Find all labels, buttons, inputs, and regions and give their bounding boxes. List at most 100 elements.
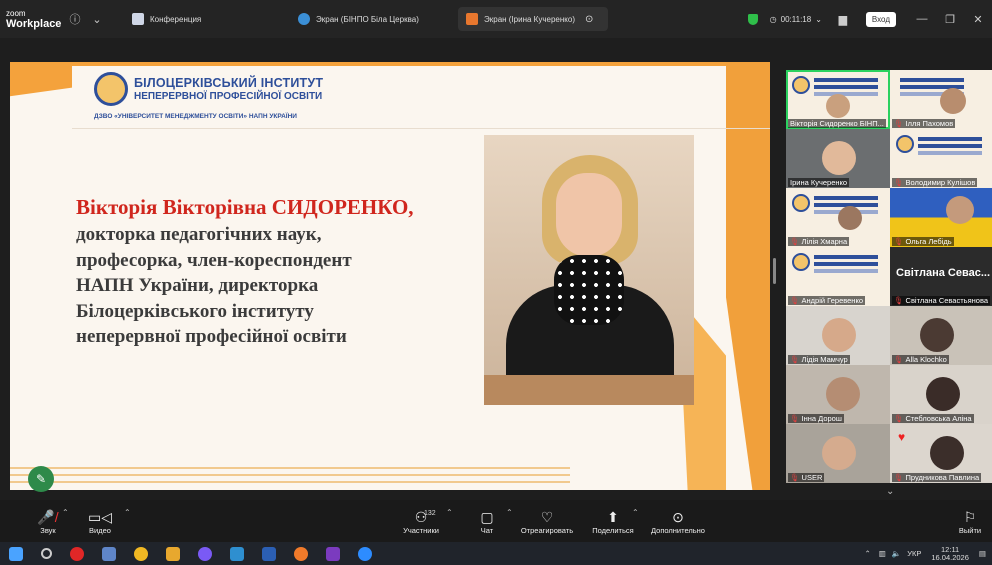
participant-tile[interactable]: 🎙 Ілля Пахомов: [890, 70, 992, 129]
more-label: Дополнительно: [651, 525, 705, 535]
tab-screen-kucherenko[interactable]: Экран (Ірина Кучеренко) ⊙: [458, 7, 608, 31]
chevron-down-icon: ⌄: [815, 14, 822, 24]
tab-screen-kucherenko-label: Экран (Ірина Кучеренко): [484, 14, 575, 24]
avatar: [940, 88, 966, 114]
annotate-pencil-icon[interactable]: ✎: [28, 466, 54, 492]
system-tray: ⌃ ▥ 🔈 УКР 12:11 16.04.2026 ▤: [864, 545, 992, 562]
app-icon[interactable]: [102, 546, 116, 561]
participant-big-name: Світлана Севас...: [896, 267, 991, 279]
participant-tile[interactable]: 🎙 Лідія Мамчур: [786, 306, 890, 365]
signin-button[interactable]: Вход: [865, 11, 896, 27]
network-icon[interactable]: ▥: [879, 549, 886, 558]
gallery-scroll-down-icon[interactable]: ⌄: [886, 486, 894, 497]
splitter-handle[interactable]: [773, 258, 776, 284]
institute-emblem: [792, 194, 810, 212]
participant-tile[interactable]: 🎙 USER: [786, 424, 890, 483]
chevron-up-icon[interactable]: ⌃: [632, 508, 639, 517]
mic-muted-icon: 🎙: [894, 178, 904, 187]
viber-icon[interactable]: [198, 546, 212, 561]
participant-tile[interactable]: 🎙 Володимир Кулішов: [890, 129, 992, 188]
chevron-up-icon[interactable]: ⌃: [62, 508, 69, 517]
tab-screen-binpo[interactable]: Экран (БІНПО Біла Церква): [290, 7, 458, 31]
participant-tile[interactable]: Ірина Кучеренко: [786, 129, 890, 188]
mic-muted-icon: 🎙: [790, 414, 800, 423]
timer-value: 00:11:18: [780, 14, 812, 24]
participant-tile[interactable]: Вікторія Сидоренко БІНП...: [786, 70, 890, 129]
layout-icon[interactable]: ▆: [832, 13, 854, 26]
tray-chevron-icon[interactable]: ⌃: [864, 549, 870, 558]
tab-meeting-label: Конференция: [150, 14, 202, 24]
participant-tile[interactable]: ♥ 🎙 Прудникова Павлина: [890, 424, 992, 483]
mic-muted-icon: 🎙: [894, 296, 904, 305]
app-icon[interactable]: [166, 546, 180, 561]
bio-line: неперервної професійної освіти: [76, 326, 347, 347]
audio-button[interactable]: 🎤/ Звук ⌃: [28, 500, 68, 542]
tab-meeting[interactable]: Конференция: [124, 7, 290, 31]
chevron-up-icon[interactable]: ⌃: [506, 508, 513, 517]
clock[interactable]: 12:11 16.04.2026: [931, 545, 969, 562]
participant-name: Ірина Кучеренко: [788, 178, 850, 187]
participant-tile[interactable]: 🎙 Інна Дорош: [786, 365, 890, 424]
firefox-icon[interactable]: [294, 546, 308, 561]
participant-tile[interactable]: 🎙 Alla Klochko: [890, 306, 992, 365]
institute-emblem: [94, 72, 128, 106]
chevron-down-icon[interactable]: ⌄: [86, 13, 108, 26]
meeting-icon: [132, 13, 144, 25]
opera-icon[interactable]: [70, 546, 84, 561]
share-button[interactable]: ⬆ Поделиться ⌃: [588, 500, 638, 542]
mini-slide-text: [900, 78, 964, 82]
participant-tile[interactable]: 🎙 Лілія Хмарна: [786, 188, 890, 247]
notification-icon[interactable]: ▤: [979, 549, 986, 558]
more-tabs-icon[interactable]: ⊙: [585, 14, 593, 25]
participant-tile[interactable]: 🎙 Ольга Лебідь: [890, 188, 992, 247]
onenote-icon[interactable]: [326, 546, 340, 561]
avatar: [920, 318, 954, 352]
video-button[interactable]: ▭◁ Видео ⌃: [78, 500, 131, 542]
mic-muted-icon: 🎙: [790, 296, 800, 305]
zoom-logo: zoom Workplace: [0, 9, 64, 30]
restore-icon[interactable]: ❐: [936, 13, 964, 26]
avatar: [946, 196, 974, 224]
speaker-icon[interactable]: 🔈: [892, 549, 901, 558]
react-label: Отреагировать: [520, 525, 574, 535]
participant-tile[interactable]: 🎙 Стебловська Аліна: [890, 365, 992, 424]
leave-button[interactable]: ⚐ Выйти: [954, 500, 986, 542]
info-icon[interactable]: ⓘ: [64, 11, 86, 27]
chevron-up-icon[interactable]: ⌃: [446, 508, 453, 517]
word-icon[interactable]: [262, 546, 276, 561]
speaker-bio: докторка педагогічних наук, професорка, …: [76, 222, 466, 350]
chat-button[interactable]: ▢ Чат ⌃: [472, 500, 512, 542]
windows-start-icon[interactable]: [9, 546, 23, 561]
participant-name: 🎙 Лілія Хмарна: [788, 237, 850, 246]
bio-line: НАПН України, директорка: [76, 275, 319, 296]
zoom-taskbar-icon[interactable]: [358, 546, 372, 561]
avatar: [930, 436, 964, 470]
camera-off-icon: ▭◁: [88, 508, 112, 525]
search-icon[interactable]: [41, 548, 52, 559]
participants-count: 132: [424, 510, 436, 517]
mic-muted-icon: 🎙: [894, 355, 904, 364]
photo-scarf: [554, 255, 624, 325]
participant-tile[interactable]: Світлана Севас... 🎙 Світлана Севастьянова: [890, 247, 992, 306]
minimize-icon[interactable]: —: [908, 13, 936, 25]
more-button[interactable]: ⊙ Дополнительно: [646, 500, 710, 542]
meeting-timer[interactable]: ◷ 00:11:18 ⌄: [747, 13, 822, 25]
mini-slide-text: [918, 137, 982, 141]
react-button[interactable]: ♡ Отреагировать: [516, 500, 578, 542]
chevron-up-icon[interactable]: ⌃: [124, 508, 131, 517]
participants-button[interactable]: ⚇ Участники 132 ⌃: [392, 500, 453, 542]
participant-tile[interactable]: 🎙 Андрій Геревенко: [786, 247, 890, 306]
close-icon[interactable]: ✕: [964, 13, 992, 26]
heart-icon: ♡: [540, 508, 554, 525]
clock-icon: ◷: [769, 14, 777, 24]
share-label: Поделиться: [592, 525, 634, 535]
avatar: [822, 318, 856, 352]
title-bar: zoom Workplace ⓘ ⌄ Конференция Экран (БІ…: [0, 0, 992, 38]
slide-decoration: [726, 62, 770, 490]
heart-reaction-icon: ♥: [898, 430, 906, 444]
explorer-icon[interactable]: [230, 546, 244, 561]
meeting-toolbar: 🎤/ Звук ⌃ ▭◁ Видео ⌃ ⚇ Участники 132 ⌃ ▢…: [0, 500, 992, 542]
leave-icon: ⚐: [963, 508, 977, 525]
chrome-icon[interactable]: [134, 546, 148, 561]
language-indicator[interactable]: УКР: [907, 549, 921, 558]
